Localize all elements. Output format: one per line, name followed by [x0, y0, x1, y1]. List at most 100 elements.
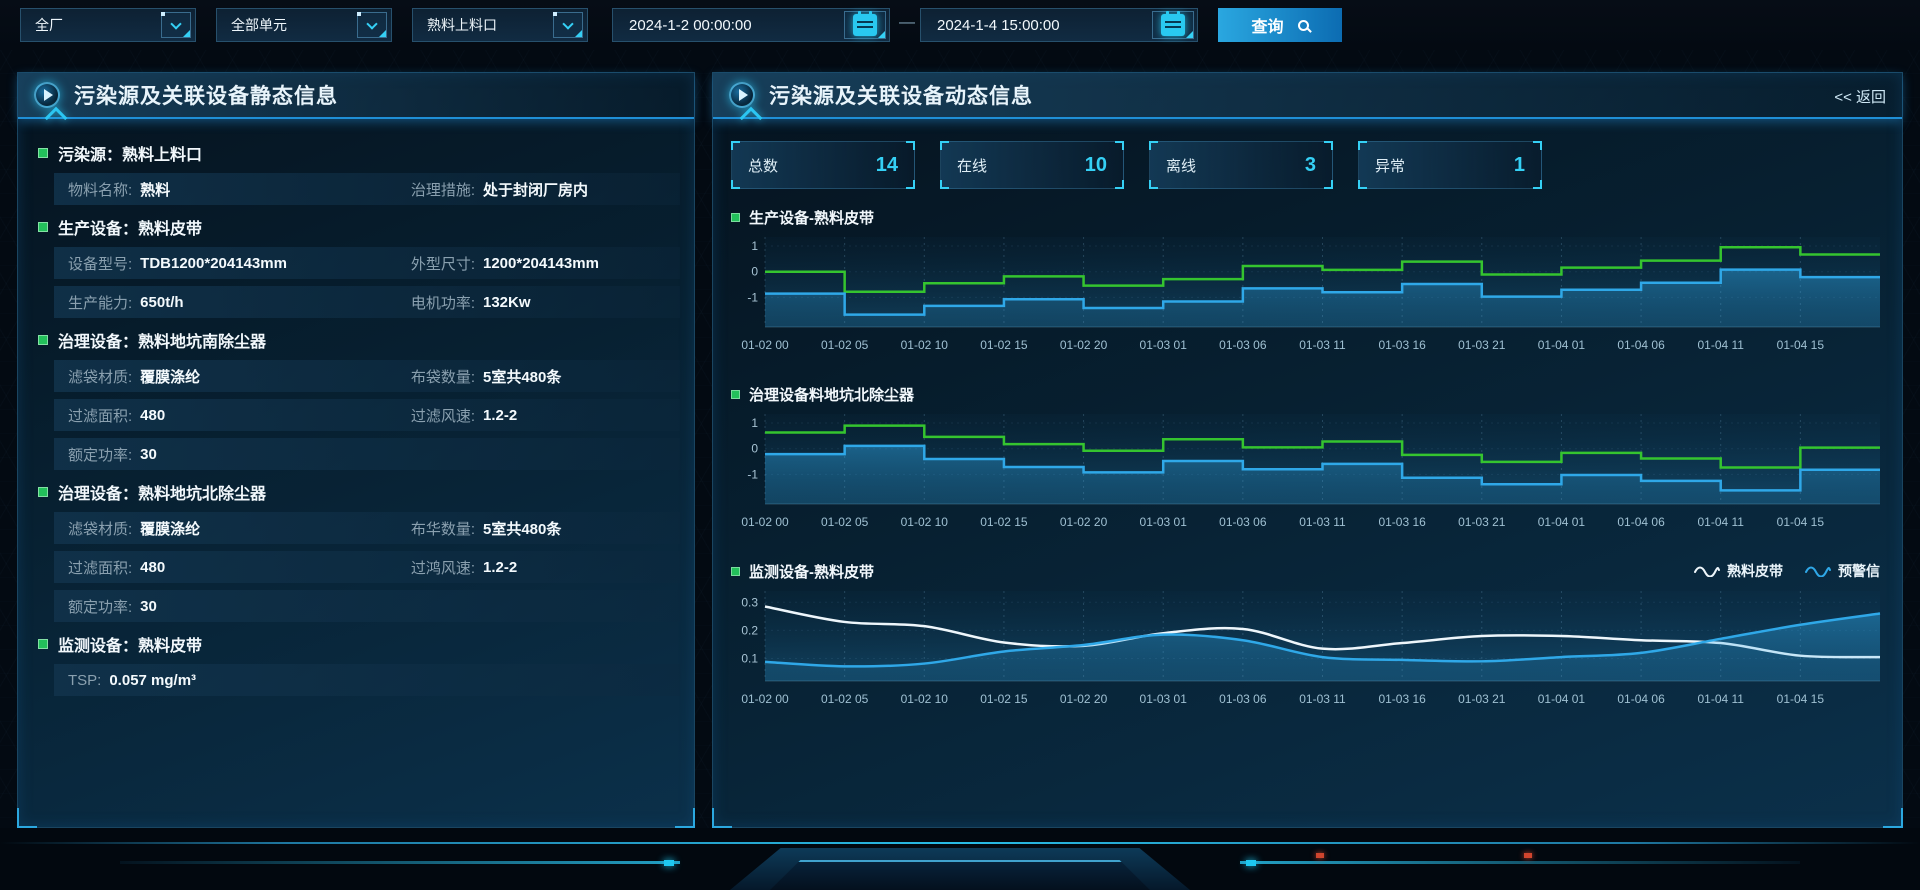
svg-text:01-04 11: 01-04 11	[1697, 338, 1744, 352]
svg-text:01-02 10: 01-02 10	[901, 338, 949, 352]
play-icon	[729, 82, 755, 108]
footer-node-icon	[664, 860, 674, 866]
svg-text:01-02 20: 01-02 20	[1060, 515, 1108, 529]
field-label: 电机功率:	[411, 292, 475, 313]
field-label: 过滤面积:	[68, 557, 132, 578]
stat-value: 1	[1514, 154, 1525, 177]
field-value: 480	[140, 407, 165, 424]
footer-glow-line	[0, 842, 1920, 844]
svg-text:01-04 06: 01-04 06	[1617, 515, 1665, 529]
legend-item-预警信[interactable]: 预警信	[1805, 561, 1880, 581]
field-value: TDB1200*204143mm	[140, 255, 287, 272]
info-row: 过滤面积:480过鸿风速:1.2-2	[54, 551, 680, 583]
select-plant-value: 全厂	[35, 15, 63, 35]
svg-text:01-03 21: 01-03 21	[1458, 692, 1506, 706]
stat-box-在线: 在线10	[940, 141, 1124, 189]
svg-text:01-04 01: 01-04 01	[1538, 692, 1586, 706]
play-icon	[34, 82, 60, 108]
chart-legend: 熟料皮带 预警信	[1694, 561, 1884, 581]
select-source[interactable]: 熟料上料口	[412, 8, 588, 42]
field-label: 额定功率:	[68, 444, 132, 465]
chart-title: 治理设备料地坑北除尘器	[749, 384, 914, 405]
green-bullet-icon	[38, 148, 48, 158]
info-cell: 过滤面积: 480	[54, 405, 411, 426]
svg-text:0.2: 0.2	[741, 623, 758, 637]
section-header: 监测设备：熟料皮带	[18, 631, 694, 657]
svg-text:01-03 11: 01-03 11	[1299, 338, 1346, 352]
svg-text:01-02 15: 01-02 15	[980, 515, 1028, 529]
field-value: 覆膜涤纶	[140, 366, 200, 387]
section-header: 生产设备：熟料皮带	[18, 214, 694, 240]
stat-box-总数: 总数14	[731, 141, 915, 189]
field-value: 30	[140, 598, 157, 615]
svg-text:01-03 06: 01-03 06	[1219, 692, 1267, 706]
footer-decoration	[0, 828, 1920, 890]
select-plant[interactable]: 全厂	[20, 8, 196, 42]
wave-line-icon	[1694, 565, 1720, 577]
back-button[interactable]: << 返回	[1834, 86, 1886, 107]
chart-title: 生产设备-熟料皮带	[749, 207, 874, 228]
info-cell: 过鸿风速:1.2-2	[411, 557, 680, 578]
section-title: 监测设备：熟料皮带	[58, 632, 202, 656]
svg-text:01-03 21: 01-03 21	[1458, 338, 1506, 352]
field-value: 5室共480条	[483, 518, 561, 539]
static-info-panel: 污染源及关联设备静态信息 污染源：熟料上料口物料名称:熟料治理措施:处于封闭厂房…	[17, 72, 695, 828]
svg-text:01-02 15: 01-02 15	[980, 338, 1028, 352]
info-cell: 治理措施:处于封闭厂房内	[411, 179, 680, 200]
select-unit[interactable]: 全部单元	[216, 8, 392, 42]
field-value: 0.057 mg/m³	[109, 672, 196, 689]
dynamic-panel-header: 污染源及关联设备动态信息 << 返回	[713, 73, 1902, 119]
calendar-icon[interactable]	[1152, 11, 1194, 39]
calendar-icon[interactable]	[844, 11, 886, 39]
monitor-smooth-chart: 0.30.20.101-02 0001-02 0501-02 1001-02 1…	[731, 583, 1884, 720]
chevron-down-icon[interactable]	[357, 12, 387, 38]
svg-text:01-03 21: 01-03 21	[1458, 515, 1506, 529]
field-label: 过滤面积:	[68, 405, 132, 426]
chart-title-row: 监测设备-熟料皮带 熟料皮带预警信	[731, 559, 1884, 583]
field-value: 5室共480条	[483, 366, 561, 387]
query-button[interactable]: 查询	[1218, 8, 1342, 42]
device-stats-row: 总数14在线10离线3异常1	[731, 141, 1884, 189]
static-panel-body: 污染源：熟料上料口物料名称:熟料治理措施:处于封闭厂房内生产设备：熟料皮带设备型…	[18, 119, 694, 696]
field-label: 外型尺寸:	[411, 253, 475, 274]
svg-text:01-02 15: 01-02 15	[980, 692, 1028, 706]
chevron-down-icon[interactable]	[553, 12, 583, 38]
svg-text:01-02 00: 01-02 00	[741, 515, 789, 529]
svg-text:1: 1	[751, 416, 758, 430]
field-label: 滤袋材质:	[68, 518, 132, 539]
chevron-down-icon[interactable]	[161, 12, 191, 38]
green-bullet-icon	[38, 222, 48, 232]
field-value: 132Kw	[483, 294, 531, 311]
field-value: 熟料	[140, 179, 170, 200]
field-label: 生产能力:	[68, 292, 132, 313]
field-label: 额定功率:	[68, 596, 132, 617]
dynamic-info-panel: 污染源及关联设备动态信息 << 返回 总数14在线10离线3异常1 生产设备-熟…	[712, 72, 1903, 828]
legend-label: 熟料皮带	[1727, 561, 1783, 581]
select-source-value: 熟料上料口	[427, 15, 497, 35]
legend-item-熟料皮带[interactable]: 熟料皮带	[1694, 561, 1783, 581]
footer-rail-left	[120, 861, 680, 864]
section-header: 污染源：熟料上料口	[18, 140, 694, 166]
info-row: TSP:0.057 mg/m³	[54, 664, 680, 696]
section-title: 污染源：熟料上料口	[58, 141, 202, 165]
svg-text:-1: -1	[747, 290, 758, 304]
svg-text:01-02 00: 01-02 00	[741, 338, 789, 352]
stat-label: 在线	[957, 155, 987, 176]
select-unit-value: 全部单元	[231, 15, 287, 35]
chart-svg: 10-101-02 0001-02 0501-02 1001-02 1501-0…	[731, 229, 1886, 361]
info-cell: 滤袋材质:覆膜涤纶	[54, 518, 411, 539]
info-row: 额定功率: 30	[54, 590, 680, 622]
svg-text:01-03 11: 01-03 11	[1299, 692, 1346, 706]
chart-block-production: 生产设备-熟料皮带 10-101-02 0001-02 0501-02 1001…	[731, 205, 1884, 366]
dynamic-panel-title: 污染源及关联设备动态信息	[769, 80, 1033, 110]
wave-line-icon	[1805, 565, 1831, 577]
svg-text:01-04 06: 01-04 06	[1617, 692, 1665, 706]
chart-block-treatment: 治理设备料地坑北除尘器 10-101-02 0001-02 0501-02 10…	[731, 382, 1884, 543]
info-cell: 设备型号:TDB1200*204143mm	[54, 253, 411, 274]
date-start-input[interactable]: 2024-1-2 00:00:00	[612, 8, 890, 42]
date-end-input[interactable]: 2024-1-4 15:00:00	[920, 8, 1198, 42]
svg-text:0.1: 0.1	[741, 652, 758, 666]
chart-title-row: 治理设备料地坑北除尘器	[731, 382, 1884, 406]
svg-text:01-04 01: 01-04 01	[1538, 515, 1586, 529]
info-row: 滤袋材质:覆膜涤纶布华数量:5室共480条	[54, 512, 680, 544]
